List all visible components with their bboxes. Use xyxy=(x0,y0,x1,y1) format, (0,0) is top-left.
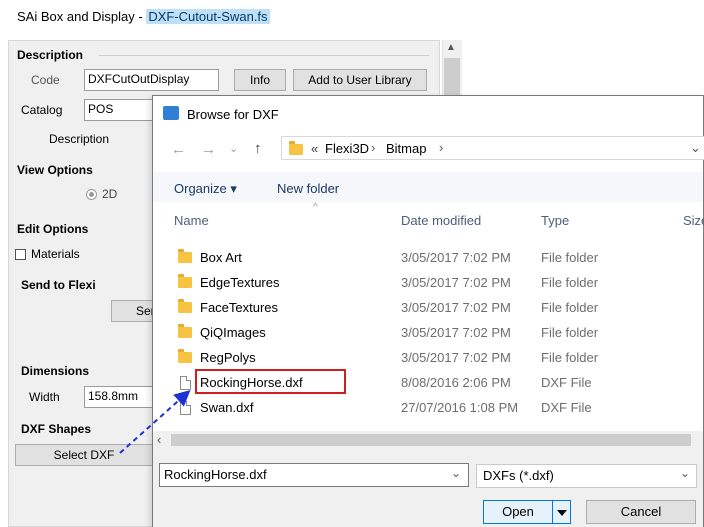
annotation-arrow xyxy=(119,390,191,454)
